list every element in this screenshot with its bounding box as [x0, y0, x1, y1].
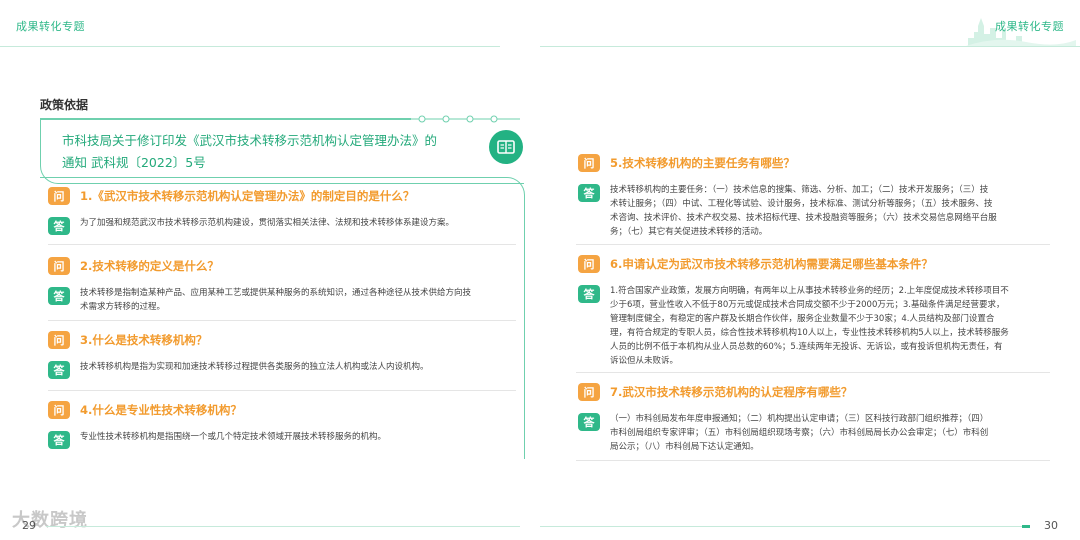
answer-badge: 答 [578, 285, 600, 303]
answer-line: 少于6项，营业性收入不低于80万元或促成技术合同成交额不少于2000万元；3.基… [610, 300, 1005, 310]
answer-text: 技术转移是指制造某种产品、应用某种工艺或提供某种服务的系统知识，通过各种途径从技… [80, 286, 471, 314]
header-title-right: 成果转化专题 [995, 20, 1064, 33]
answer-text: （一）市科创局发布年度申报通知；（二）机构提出认定申请；（三）区科技行政部门组织… [610, 412, 988, 454]
footer-divider-right [540, 525, 1030, 528]
question-text: 5.技术转移机构的主要任务有哪些？ [610, 156, 795, 170]
answer-text: 技术转移机构是指为实现和加速技术转移过程提供各类服务的独立法人机构或法人内设机构… [80, 360, 429, 374]
answer-line: 局公示；（八）市科创局下达认定通知。 [610, 442, 759, 452]
answer-line: 为了加强和规范武汉市技术转移示范机构建设，贯彻落实相关法律、法规和技术转移体系建… [80, 218, 455, 228]
page-number-left: 29 [22, 519, 36, 532]
answer-badge: 答 [578, 184, 600, 202]
qa-item-7: 问 7.武汉市技术转移示范机构的认定程序有哪些？ 答 （一）市科创局发布年度申报… [578, 382, 1058, 454]
divider [576, 460, 1050, 461]
answer-line: 术转让服务；（四）中试、工程化等试验、设计服务，技术标准、测试分析等服务；（五）… [610, 199, 993, 209]
policy-document-title: 市科技局关于修订印发《武汉市技术转移示范机构认定管理办法》的 通知 武科规〔20… [62, 130, 462, 174]
qa-item-4: 问 4.什么是专业性技术转移机构？ 答 专业性技术转移机构是指围绕一个或几个特定… [48, 400, 528, 449]
question-badge: 问 [578, 383, 600, 401]
question-badge: 问 [48, 187, 70, 205]
footer-divider-left [46, 526, 520, 527]
answer-text: 专业性技术转移机构是指围绕一个或几个特定技术领域开展技术转移服务的机构。 [80, 430, 386, 444]
answer-line: 技术转移机构是指为实现和加速技术转移过程提供各类服务的独立法人机构或法人内设机构… [80, 362, 429, 372]
question-badge: 问 [48, 331, 70, 349]
answer-line: 1.符合国家产业政策，发展方向明确，有两年以上从事技术转移业务的经历；2.上年度… [610, 286, 1009, 296]
answer-line: 技术转移是指制造某种产品、应用某种工艺或提供某种服务的系统知识，通过各种途径从技… [80, 288, 472, 298]
question-badge: 问 [578, 154, 600, 172]
answer-line: 术需求方转移的过程。 [80, 302, 166, 312]
qa-item-1: 问 1.《武汉市技术转移示范机构认定管理办法》的制定目的是什么？ 答 为了加强和… [48, 186, 528, 235]
question-text: 4.什么是专业性技术转移机构？ [80, 403, 242, 417]
divider [576, 372, 1050, 373]
divider [48, 244, 516, 245]
question-badge: 问 [578, 255, 600, 273]
policy-title-line-1: 市科技局关于修订印发《武汉市技术转移示范机构认定管理办法》的 [62, 133, 438, 148]
page-number-right: 30 [1044, 519, 1058, 532]
question-text: 2.技术转移的定义是什么？ [80, 259, 219, 273]
answer-badge: 答 [578, 413, 600, 431]
answer-line: 理，有符合规定的专职人员，综合性技术转移机构10人以上，专业性技术转移机构5人以… [610, 328, 1009, 338]
qa-item-6: 问 6.申请认定为武汉市技术转移示范机构需要满足哪些基本条件？ 答 1.符合国家… [578, 254, 1058, 368]
right-page: 成果转化专题 问 5.技术转移机构的主要任务有哪些？ 答 技术转移机构的主要任务… [540, 0, 1080, 540]
answer-line: 市科创局组织专家评审；（五）市科创局组织现场考察；（六）市科创局局长办公会审定；… [610, 428, 989, 438]
qa-item-2: 问 2.技术转移的定义是什么？ 答 技术转移是指制造某种产品、应用某种工艺或提供… [48, 256, 528, 314]
answer-line: 务；（七）其它有关促进技术转移的活动。 [610, 227, 768, 237]
header-title-left: 成果转化专题 [16, 20, 85, 33]
header-divider-right [540, 46, 1080, 47]
question-badge: 问 [48, 401, 70, 419]
question-text: 1.《武汉市技术转移示范机构认定管理办法》的制定目的是什么？ [80, 189, 415, 203]
document-icon [489, 130, 523, 164]
policy-title-line-2: 通知 武科规〔2022〕5号 [62, 155, 206, 170]
answer-line: 专业性技术转移机构是指围绕一个或几个特定技术领域开展技术转移服务的机构。 [80, 432, 387, 442]
question-text: 7.武汉市技术转移示范机构的认定程序有哪些？ [610, 385, 853, 399]
qa-item-5: 问 5.技术转移机构的主要任务有哪些？ 答 技术转移机构的主要任务：（一）技术信… [578, 153, 1058, 239]
answer-line: 术咨询、技术评价、技术产权交易、技术招标代理、技术投融资等服务；（六）技术交易信… [610, 213, 997, 223]
question-text: 3.什么是技术转移机构？ [80, 333, 208, 347]
qa-item-3: 问 3.什么是技术转移机构？ 答 技术转移机构是指为实现和加速技术转移过程提供各… [48, 330, 528, 379]
answer-line: （一）市科创局发布年度申报通知；（二）机构提出认定申请；（三）区科技行政部门组织… [610, 414, 989, 424]
answer-text: 技术转移机构的主要任务：（一）技术信息的搜集、筛选、分析、加工；（二）技术开发服… [610, 183, 997, 239]
divider [48, 320, 516, 321]
answer-line: 诉讼但从未败诉。 [610, 356, 679, 366]
answer-text: 为了加强和规范武汉市技术转移示范机构建设，贯彻落实相关法律、法规和技术转移体系建… [80, 216, 454, 230]
answer-line: 技术转移机构的主要任务：（一）技术信息的搜集、筛选、分析、加工；（二）技术开发服… [610, 185, 989, 195]
answer-line: 人员的比例不低于本机构从业人员总数的60%；5.连续两年无投诉、无诉讼，或有投诉… [610, 342, 1003, 352]
question-badge: 问 [48, 257, 70, 275]
answer-badge: 答 [48, 217, 70, 235]
section-title: 政策依据 [40, 98, 89, 112]
answer-text: 1.符合国家产业政策，发展方向明确，有两年以上从事技术转移业务的经历；2.上年度… [610, 284, 1009, 368]
divider [48, 390, 516, 391]
question-text: 6.申请认定为武汉市技术转移示范机构需要满足哪些基本条件？ [610, 257, 933, 271]
answer-badge: 答 [48, 361, 70, 379]
left-page: 成果转化专题 政策依据 市科技局关于修订印发《武汉市技术转移示范机构认定管理办法… [0, 0, 540, 540]
divider [576, 244, 1050, 245]
header-divider-left [0, 46, 500, 47]
answer-badge: 答 [48, 287, 70, 305]
answer-line: 管理制度健全，有稳定的客户群及长期合作伙伴，服务企业数量不少于30家；4.人员结… [610, 314, 995, 324]
answer-badge: 答 [48, 431, 70, 449]
